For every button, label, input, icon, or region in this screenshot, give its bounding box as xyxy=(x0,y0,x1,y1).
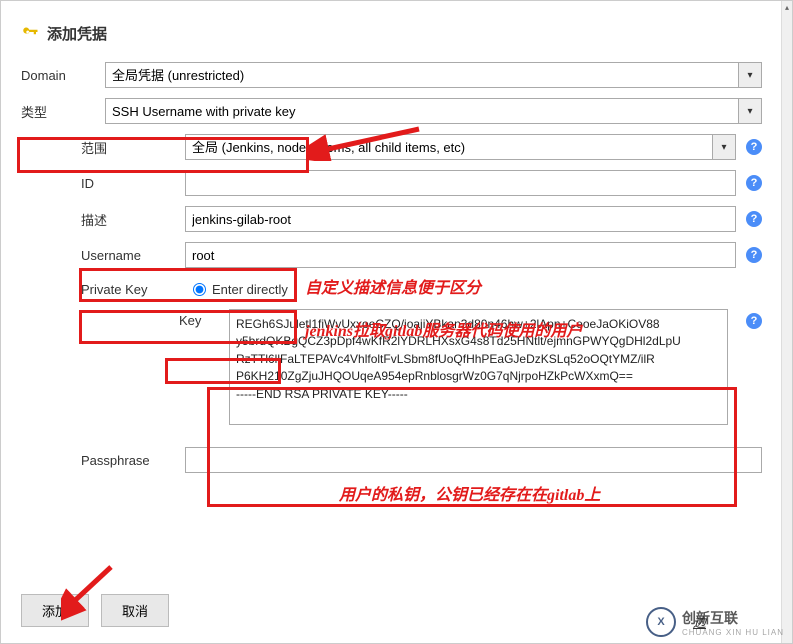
brand-en: CHUANG XIN HU LIAN xyxy=(682,628,784,637)
scope-label: 范围 xyxy=(81,138,185,157)
help-icon[interactable]: ? xyxy=(746,139,762,155)
passphrase-label: Passphrase xyxy=(81,453,185,468)
key-icon xyxy=(21,23,39,44)
type-select[interactable]: SSH Username with private key xyxy=(105,98,762,124)
help-icon[interactable]: ? xyxy=(746,247,762,263)
brand-cn: 创新互联 xyxy=(682,608,784,628)
type-label: 类型 xyxy=(21,102,105,121)
key-label: Key xyxy=(179,309,219,328)
privatekey-textarea[interactable] xyxy=(229,309,728,425)
id-input[interactable] xyxy=(185,170,736,196)
description-input[interactable] xyxy=(185,206,736,232)
passphrase-input[interactable] xyxy=(185,447,762,473)
username-input[interactable] xyxy=(185,242,736,268)
enter-directly-radio[interactable] xyxy=(193,283,206,296)
help-icon[interactable]: ? xyxy=(746,211,762,227)
watermark: X 创新互联 CHUANG XIN HU LIAN xyxy=(646,607,784,637)
description-label: 描述 xyxy=(81,210,185,229)
enter-directly-label: Enter directly xyxy=(212,282,288,297)
add-button[interactable]: 添加 xyxy=(21,594,89,627)
privatekey-label: Private Key xyxy=(81,282,185,297)
scope-select[interactable]: 全局 (Jenkins, nodes, items, all child ite… xyxy=(185,134,736,160)
domain-select[interactable]: 全局凭据 (unrestricted) xyxy=(105,62,762,88)
vertical-scrollbar[interactable]: ▴ xyxy=(781,1,792,643)
brand-logo-icon: X xyxy=(646,607,676,637)
username-label: Username xyxy=(81,248,185,263)
page-title: 添加凭据 xyxy=(47,23,107,44)
scroll-up-icon: ▴ xyxy=(782,3,792,12)
help-icon[interactable]: ? xyxy=(746,175,762,191)
domain-label: Domain xyxy=(21,68,105,83)
cancel-button[interactable]: 取消 xyxy=(101,594,169,627)
id-label: ID xyxy=(81,176,185,191)
help-icon[interactable]: ? xyxy=(746,313,762,329)
